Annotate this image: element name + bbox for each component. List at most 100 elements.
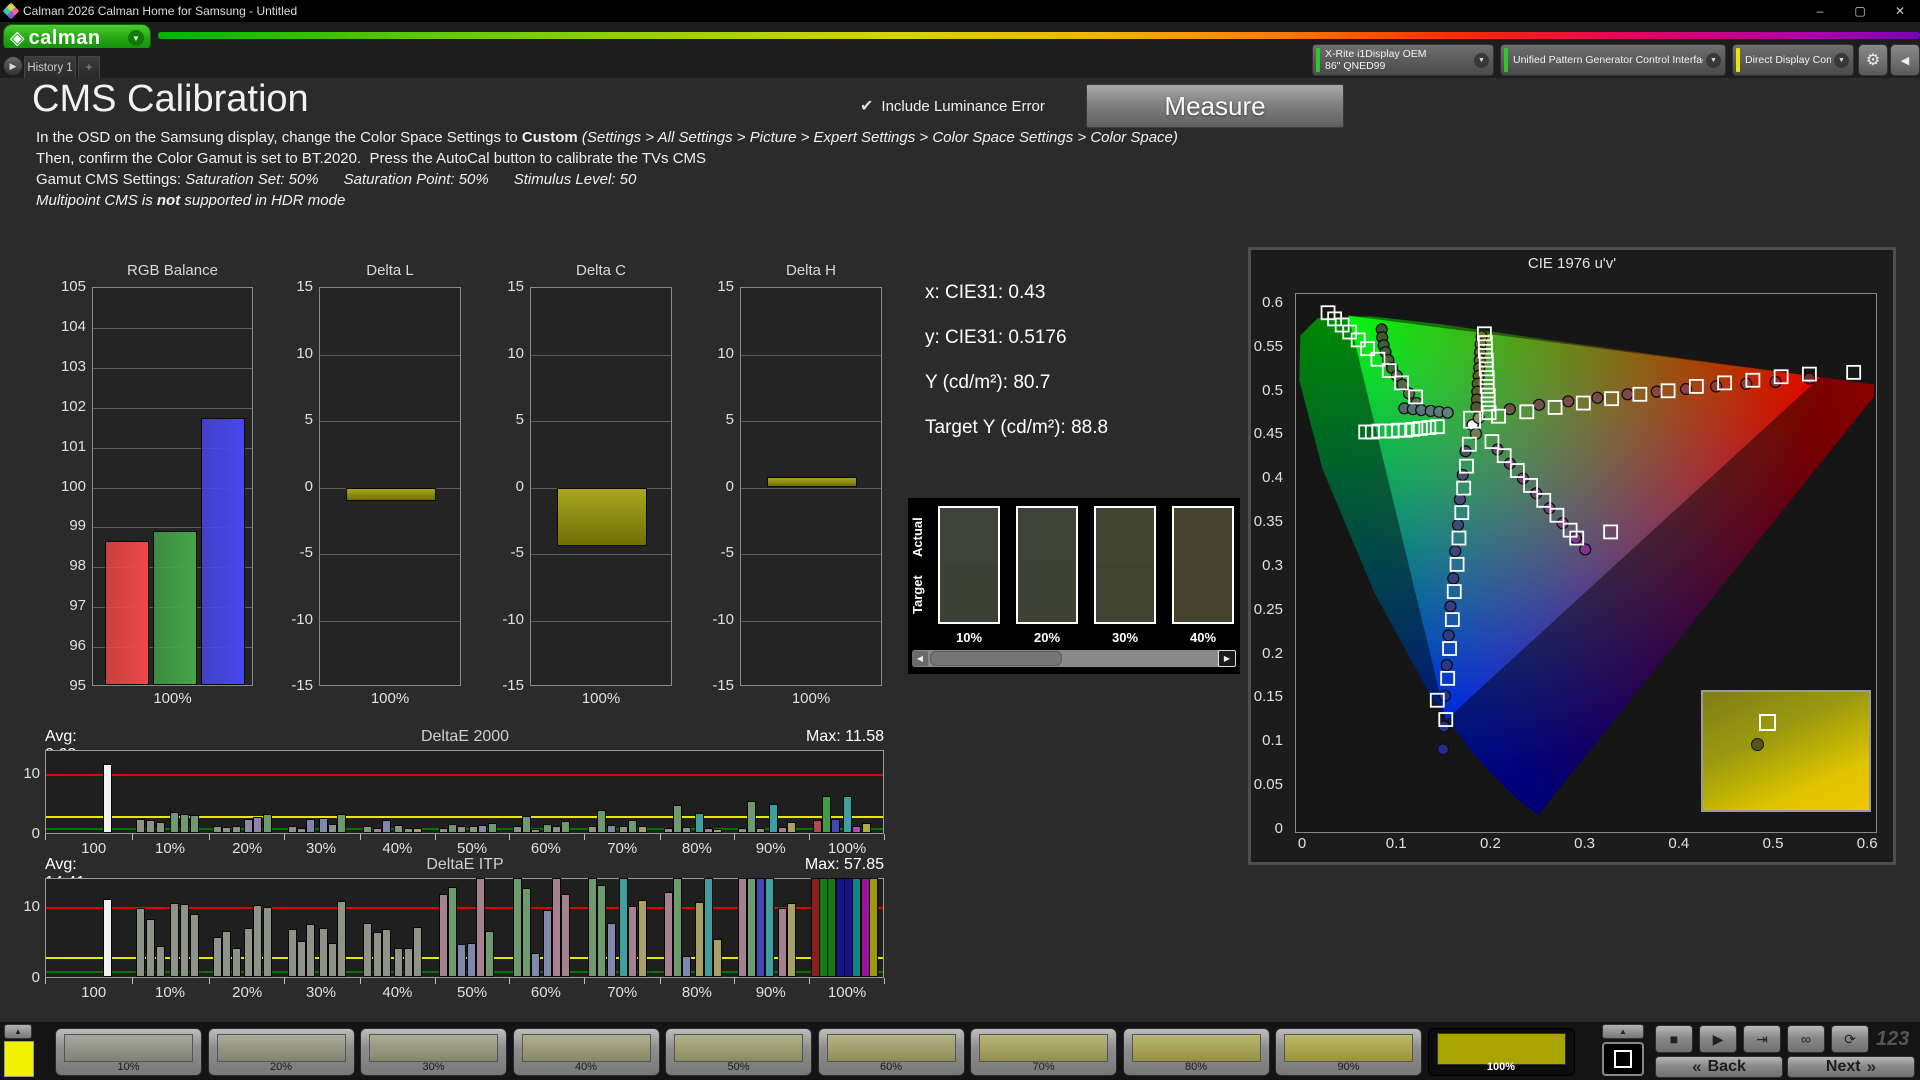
close-button[interactable]: ✕: [1880, 0, 1920, 22]
delta-e-bar: [704, 878, 713, 977]
scroll-thumb[interactable]: [930, 651, 1062, 666]
x-axis-group-label: 90%: [756, 840, 786, 857]
chart-plot: [45, 878, 884, 978]
tab-scroll-button[interactable]: ▶: [3, 56, 23, 76]
delta-e-bar: [513, 878, 522, 977]
gridline: [531, 421, 671, 422]
delta-e-bar: [448, 824, 457, 833]
delta-e-bar: [778, 908, 787, 977]
scroll-up-button[interactable]: ▲: [1602, 1024, 1644, 1039]
pattern-counter: 123: [1876, 1028, 1909, 1051]
x-axis-tick: [209, 834, 210, 840]
chart-title: Delta H: [720, 262, 902, 279]
loop-button[interactable]: ∞: [1787, 1025, 1825, 1053]
patch-button-20%[interactable]: 20%: [208, 1028, 355, 1076]
delta-e-bar: [136, 908, 145, 977]
chevron-down-icon[interactable]: ▼: [128, 30, 144, 46]
patch-button-60%[interactable]: 60%: [818, 1028, 965, 1076]
patch-button-40%[interactable]: 40%: [513, 1028, 660, 1076]
y-axis-tick-label: -15: [490, 677, 524, 694]
y-axis-tick-label: 10: [12, 765, 40, 782]
x-axis-group-label: 40%: [382, 840, 412, 857]
refresh-button[interactable]: ⟳: [1831, 1025, 1869, 1053]
scroll-right-icon[interactable]: ▶: [1218, 650, 1236, 667]
x-axis-tick: [435, 834, 436, 840]
tab-history-1[interactable]: History 1: [24, 56, 76, 78]
rgb-bar: [105, 541, 149, 685]
checkmark-icon[interactable]: ✔: [860, 96, 873, 116]
settings-button[interactable]: ⚙: [1858, 44, 1888, 76]
delta-bar: [557, 488, 648, 547]
delta-e-bar: [561, 894, 570, 977]
next-button[interactable]: Next»: [1787, 1056, 1915, 1078]
scroll-left-icon[interactable]: ◀: [912, 651, 928, 666]
chevron-down-icon[interactable]: ▼: [1706, 53, 1721, 68]
measured-point: [1443, 630, 1454, 641]
minimize-button[interactable]: –: [1800, 0, 1840, 22]
y-axis-tick-label: 98: [52, 557, 86, 574]
delta-e-bar: [787, 903, 796, 977]
play-button[interactable]: ▶: [1699, 1025, 1737, 1053]
include-luminance-row[interactable]: ✔ Include Luminance Error: [860, 96, 1045, 116]
delta-e-bar: [769, 804, 778, 833]
swatch-target: [1018, 565, 1076, 622]
cie-x-tick-label: 0.2: [1473, 835, 1507, 852]
gridline: [320, 421, 460, 422]
delta-e-bar: [664, 828, 673, 833]
chevron-down-icon[interactable]: ▼: [1834, 53, 1849, 68]
patch-button-80%[interactable]: 80%: [1123, 1028, 1270, 1076]
x-axis-tick: [809, 834, 810, 840]
patch-button-10%[interactable]: 10%: [55, 1028, 202, 1076]
stop-button[interactable]: ■: [1655, 1025, 1693, 1053]
delta-e-bar: [469, 826, 478, 833]
chevron-down-icon[interactable]: ▼: [1474, 53, 1489, 68]
pattern-generator-dropdown[interactable]: Unified Pattern Generator Control Interf…: [1500, 44, 1726, 76]
y-axis-tick-label: -15: [279, 677, 313, 694]
patch-button-100%[interactable]: 100%: [1428, 1028, 1575, 1076]
x-axis-group-label: 80%: [682, 840, 712, 857]
meter-dropdown[interactable]: X-Rite i1Display OEM 86" QNED99 ▼: [1312, 44, 1494, 76]
delta-e-bar: [673, 805, 682, 833]
patch-button-30%[interactable]: 30%: [360, 1028, 507, 1076]
single-pass-button[interactable]: ⇥: [1743, 1025, 1781, 1053]
chart-title: Delta C: [510, 262, 692, 279]
display-control-dropdown[interactable]: Direct Display Control ▼: [1732, 44, 1854, 76]
delta-e-bar: [156, 946, 165, 977]
chart-plot: [530, 287, 672, 686]
patch-label: 80%: [1124, 1061, 1269, 1073]
delta-e-bar: [180, 904, 189, 977]
scroll-up-button[interactable]: ▲: [4, 1024, 32, 1039]
stop-icon: ■: [1670, 1031, 1678, 1047]
maximize-button[interactable]: ▢: [1840, 0, 1880, 22]
delta-e-bar: [522, 816, 531, 833]
cie-y-tick-label: 0: [1275, 820, 1283, 837]
x-axis-group-label: 90%: [756, 984, 786, 1001]
patch-button-90%[interactable]: 90%: [1275, 1028, 1422, 1076]
collapse-panel-button[interactable]: ◀: [1890, 44, 1920, 76]
x-axis-group-label: 100%: [828, 840, 866, 857]
cie-chart-panel: CIE 1976 u'v' 00.050.10.150.20.250.30.35…: [1248, 247, 1896, 865]
delta-e-bar: [319, 818, 328, 833]
delta-e-bar: [822, 796, 831, 833]
x-axis-tick: [360, 978, 361, 984]
tab-add-button[interactable]: +: [78, 56, 100, 78]
back-button[interactable]: «Back: [1655, 1056, 1783, 1078]
patch-button-50%[interactable]: 50%: [665, 1028, 812, 1076]
patch-color: [522, 1034, 651, 1062]
title-bar: Calman 2026 Calman Home for Samsung - Un…: [0, 0, 1920, 22]
x-axis-tick: [284, 978, 285, 984]
delta-e-bar: [522, 888, 531, 977]
patch-button-70%[interactable]: 70%: [970, 1028, 1117, 1076]
delta-e-bar: [843, 796, 852, 833]
swatch-scrollbar[interactable]: ◀▶: [912, 650, 1236, 667]
next-label: Next: [1826, 1058, 1861, 1076]
y-axis-tick-label: -10: [279, 611, 313, 628]
swatch-actual: [1174, 508, 1232, 565]
measured-point: [1457, 469, 1468, 480]
delta-e-bar: [306, 924, 315, 977]
cie-y-tick-label: 0.35: [1254, 513, 1283, 530]
cie-y-tick-label: 0.15: [1254, 688, 1283, 705]
measure-button[interactable]: Measure: [1086, 84, 1344, 128]
pattern-window-button[interactable]: [1602, 1042, 1644, 1076]
gridline: [93, 408, 252, 409]
